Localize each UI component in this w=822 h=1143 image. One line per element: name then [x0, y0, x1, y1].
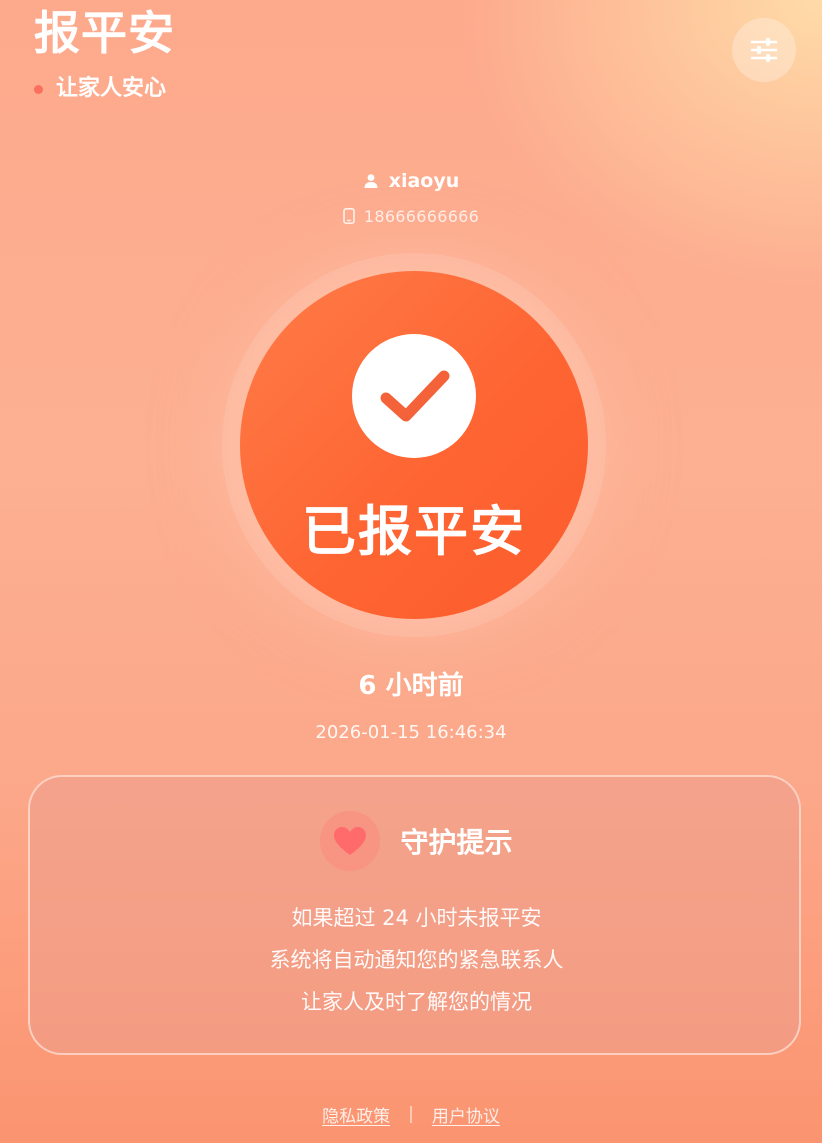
user-name: xiaoyu	[388, 170, 460, 192]
settings-button[interactable]	[732, 18, 796, 82]
app-screen: 报平安 让家人安心 xiaoyu 18666666666 已报平安 6 小时前 …	[0, 0, 822, 1143]
time-ago: 6 小时前	[358, 671, 464, 701]
app-title: 报平安	[34, 6, 175, 60]
guard-tip-line: 系统将自动通知您的紧急联系人	[269, 948, 564, 972]
checkin-label: 已报平安	[302, 500, 526, 563]
guard-tip-header: 守护提示	[30, 810, 803, 872]
heart-icon-bubble	[320, 811, 381, 871]
heart-icon	[334, 827, 367, 855]
phone-row: 18666666666	[0, 203, 822, 229]
guard-tip-text: 如果超过 24 小时未报平安 系统将自动通知您的紧急联系人 让家人及时了解您的情…	[30, 897, 803, 1023]
checkin-button[interactable]: 已报平安	[240, 271, 588, 619]
phone-icon	[343, 208, 355, 224]
user-row: xiaoyu	[0, 166, 822, 196]
guard-tip-line: 让家人及时了解您的情况	[301, 990, 532, 1014]
app-subtitle: 让家人安心	[56, 76, 167, 101]
guard-tip-line: 如果超过 24 小时未报平安	[291, 906, 542, 930]
privacy-policy-link[interactable]: 隐私政策	[322, 1102, 390, 1127]
guard-tip-title: 守护提示	[400, 826, 513, 859]
check-disc	[352, 334, 476, 458]
subtitle-row: 让家人安心	[34, 74, 166, 104]
phone-number: 18666666666	[363, 206, 480, 226]
status-dot	[34, 84, 43, 94]
checkin-timestamp: 2026-01-15 16:46:34	[315, 722, 507, 743]
footer: 隐私政策 | 用户协议	[0, 1100, 822, 1128]
guard-tip-card: 守护提示 如果超过 24 小时未报平安 系统将自动通知您的紧急联系人 让家人及时…	[28, 775, 801, 1055]
person-icon	[363, 173, 379, 189]
checkmark-icon	[380, 370, 450, 422]
footer-separator: |	[408, 1104, 414, 1124]
user-agreement-link[interactable]: 用户协议	[432, 1102, 500, 1127]
sliders-icon	[750, 38, 778, 62]
